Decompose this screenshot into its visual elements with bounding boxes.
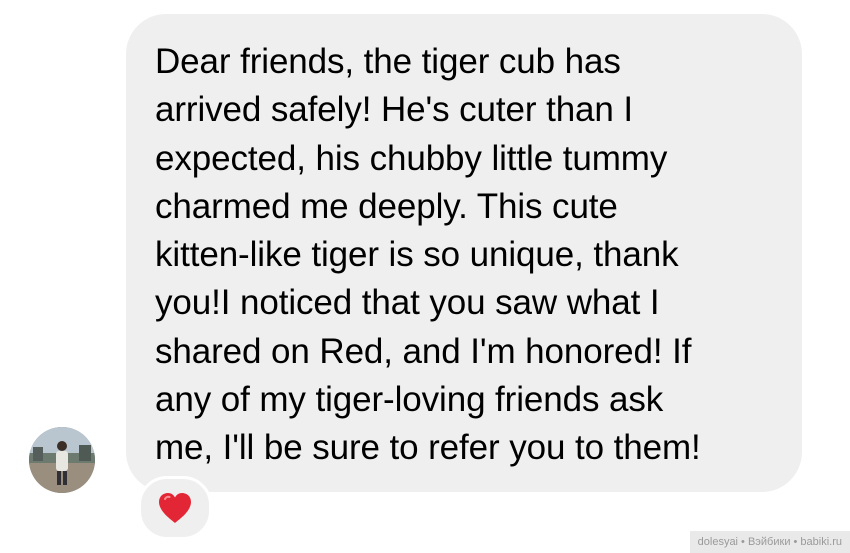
message-line: any of my tiger-loving friends ask [155, 380, 664, 420]
message-line: expected, his chubby little tummy [155, 138, 668, 178]
avatar-photo [29, 427, 95, 493]
heart-icon [159, 493, 191, 523]
message-bubble[interactable]: Dear friends, the tiger cub has arrived … [126, 14, 802, 492]
sender-avatar[interactable] [29, 427, 95, 493]
message-line: kitten-like tiger is so unique, thank [155, 235, 679, 275]
message-line: shared on Red, and I'm honored! If [155, 331, 692, 371]
message-line: arrived safely! He's cuter than I [155, 90, 634, 130]
watermark: dolesyai • Вэйбики • babiki.ru [689, 531, 850, 553]
reaction-badge[interactable] [138, 476, 212, 540]
message-line: me, I'll be sure to refer you to them! [155, 428, 701, 468]
message-line: Dear friends, the tiger cub has [155, 42, 621, 81]
message-line: you!I noticed that you saw what I [155, 283, 660, 323]
message-line: charmed me deeply. This cute [155, 186, 618, 226]
